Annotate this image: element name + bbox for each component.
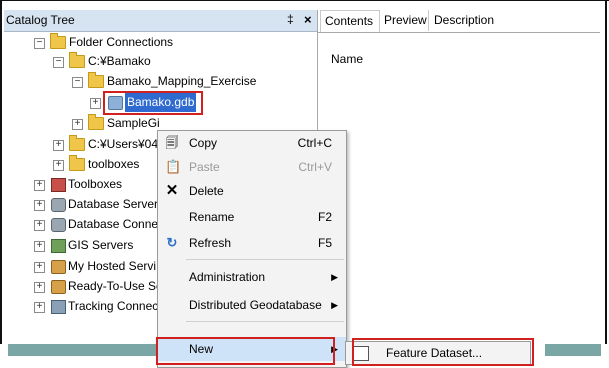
- pin-icon[interactable]: ‡: [287, 12, 294, 26]
- screenshot-frame: Catalog Tree ‡ × − Folder Connections − …: [0, 0, 609, 368]
- expand-icon[interactable]: +: [34, 220, 45, 231]
- collapse-icon[interactable]: −: [72, 77, 83, 88]
- toolboxes-icon: [51, 178, 66, 192]
- submenu-arrow-icon: ▶: [331, 272, 338, 282]
- expand-icon[interactable]: +: [53, 140, 64, 151]
- folder-icon: [69, 135, 85, 151]
- menu-separator: [186, 259, 344, 260]
- highlight-box-bamako-gdb: [103, 91, 203, 115]
- menu-item-shortcut: Ctrl+V: [298, 160, 332, 174]
- tree-item-ready-to-use-services[interactable]: + Ready-To-Use Se: [34, 277, 163, 296]
- paste-icon: 📋: [165, 159, 182, 174]
- context-menu: 🗐 Copy Ctrl+C 📋 Paste Ctrl+V ✕ Delete Re…: [157, 130, 347, 368]
- tree-item-toolboxes[interactable]: + Toolboxes: [34, 175, 154, 194]
- folder-icon: [88, 114, 104, 130]
- tree-item-label: My Hosted Servi: [68, 259, 157, 273]
- catalog-tree-title: Catalog Tree: [6, 13, 75, 27]
- expand-icon[interactable]: +: [72, 119, 83, 130]
- tree-item-label: GIS Servers: [68, 238, 134, 252]
- tab-contents[interactable]: Contents: [320, 10, 380, 32]
- tree-item-c-users[interactable]: + C:¥Users¥043: [53, 135, 165, 154]
- tree-item-label: C:¥Bamako: [88, 54, 151, 68]
- expand-icon[interactable]: +: [34, 241, 45, 252]
- menu-item-shortcut: F5: [317, 236, 332, 250]
- menu-item-label: Distributed Geodatabase: [189, 298, 322, 312]
- tree-item-label: Tracking Connec: [68, 299, 159, 313]
- folder-icon: [88, 72, 104, 88]
- tab-preview[interactable]: Preview: [380, 10, 429, 31]
- expand-icon[interactable]: +: [34, 302, 45, 313]
- delete-icon: ✕: [165, 182, 179, 199]
- menu-item-delete[interactable]: ✕ Delete: [158, 179, 346, 203]
- catalog-tree-header: Catalog Tree ‡ ×: [4, 10, 317, 32]
- menu-item-label: Administration: [189, 270, 266, 284]
- tree-item-label: Toolboxes: [68, 177, 123, 191]
- tree-item-toolboxes-folder[interactable]: + toolboxes: [53, 155, 153, 174]
- ready-to-use-icon: [51, 280, 66, 294]
- expand-icon[interactable]: +: [34, 282, 45, 293]
- menu-separator: [186, 321, 344, 322]
- contents-tabbar: Contents Preview Description: [318, 10, 600, 33]
- tree-item-label: Database Connec: [68, 217, 165, 231]
- tree-item-my-hosted-services[interactable]: + My Hosted Servi: [34, 257, 157, 276]
- menu-item-label: Copy: [189, 136, 218, 150]
- left-border: [0, 0, 2, 368]
- close-icon[interactable]: ×: [304, 12, 312, 27]
- folder-icon: [69, 52, 85, 68]
- tree-item-database-connections[interactable]: + Database Connec: [34, 215, 164, 234]
- collapse-icon[interactable]: −: [53, 57, 64, 68]
- menu-item-label: Refresh: [189, 236, 232, 250]
- menu-item-copy[interactable]: 🗐 Copy Ctrl+C: [158, 131, 346, 155]
- folder-connections-icon: [50, 33, 66, 49]
- folder-icon: [69, 155, 85, 171]
- expand-icon[interactable]: +: [34, 262, 45, 273]
- menu-item-refresh[interactable]: ↻ Refresh F5: [158, 231, 346, 255]
- collapse-icon[interactable]: −: [34, 38, 45, 49]
- expand-icon[interactable]: +: [34, 180, 45, 191]
- menu-item-label: Paste: [189, 160, 220, 174]
- tracking-connections-icon: [51, 300, 66, 314]
- highlight-box-feature-dataset: [352, 338, 534, 366]
- tree-item-label: C:¥Users¥043: [88, 137, 165, 151]
- copy-icon: 🗐: [165, 135, 179, 150]
- expand-icon[interactable]: +: [34, 200, 45, 211]
- expand-icon[interactable]: +: [53, 160, 64, 171]
- name-column-header[interactable]: Name: [331, 52, 363, 66]
- menu-item-label: Rename: [189, 210, 235, 224]
- menu-item-paste[interactable]: 📋 Paste Ctrl+V: [158, 155, 346, 179]
- tree-item-bamako-mapping-exercise[interactable]: − Bamako_Mapping_Exercise: [72, 72, 302, 91]
- tab-description[interactable]: Description: [430, 10, 502, 31]
- slide-accent-bar-left: [8, 344, 158, 356]
- tree-item-tracking-connections[interactable]: + Tracking Connec: [34, 297, 158, 316]
- menu-item-rename[interactable]: Rename F2: [158, 205, 346, 229]
- hosted-services-icon: [51, 260, 66, 274]
- tree-item-label: Database Servers: [68, 197, 165, 211]
- submenu-arrow-icon: ▶: [331, 300, 338, 310]
- database-connections-icon: [51, 218, 66, 232]
- tree-item-folder-connections[interactable]: − Folder Connections: [34, 33, 234, 52]
- menu-item-distributed-geodatabase[interactable]: Distributed Geodatabase ▶: [158, 293, 346, 317]
- menu-item-label: Delete: [189, 184, 224, 198]
- menu-item-shortcut: Ctrl+C: [297, 136, 332, 150]
- top-border: [0, 0, 609, 1]
- menu-item-shortcut: F2: [317, 210, 332, 224]
- highlight-box-new: [156, 337, 335, 365]
- refresh-icon: ↻: [166, 235, 178, 250]
- slide-accent-bar-right: [545, 344, 601, 356]
- right-border: [605, 0, 607, 368]
- tree-item-c-bamako[interactable]: − C:¥Bamako: [53, 52, 253, 71]
- database-servers-icon: [51, 198, 66, 212]
- tree-item-gis-servers[interactable]: + GIS Servers: [34, 236, 154, 255]
- tree-item-label: Folder Connections: [69, 35, 174, 49]
- tree-item-label: SampleGi: [107, 116, 160, 130]
- tree-item-label: toolboxes: [88, 157, 140, 171]
- tree-item-database-servers[interactable]: + Database Servers: [34, 195, 164, 214]
- menu-item-administration[interactable]: Administration ▶: [158, 265, 346, 289]
- tree-item-label: Ready-To-Use Se: [68, 279, 163, 293]
- tree-item-label: Bamako_Mapping_Exercise: [107, 74, 257, 88]
- expand-icon[interactable]: +: [90, 98, 101, 109]
- gis-servers-icon: [51, 239, 66, 253]
